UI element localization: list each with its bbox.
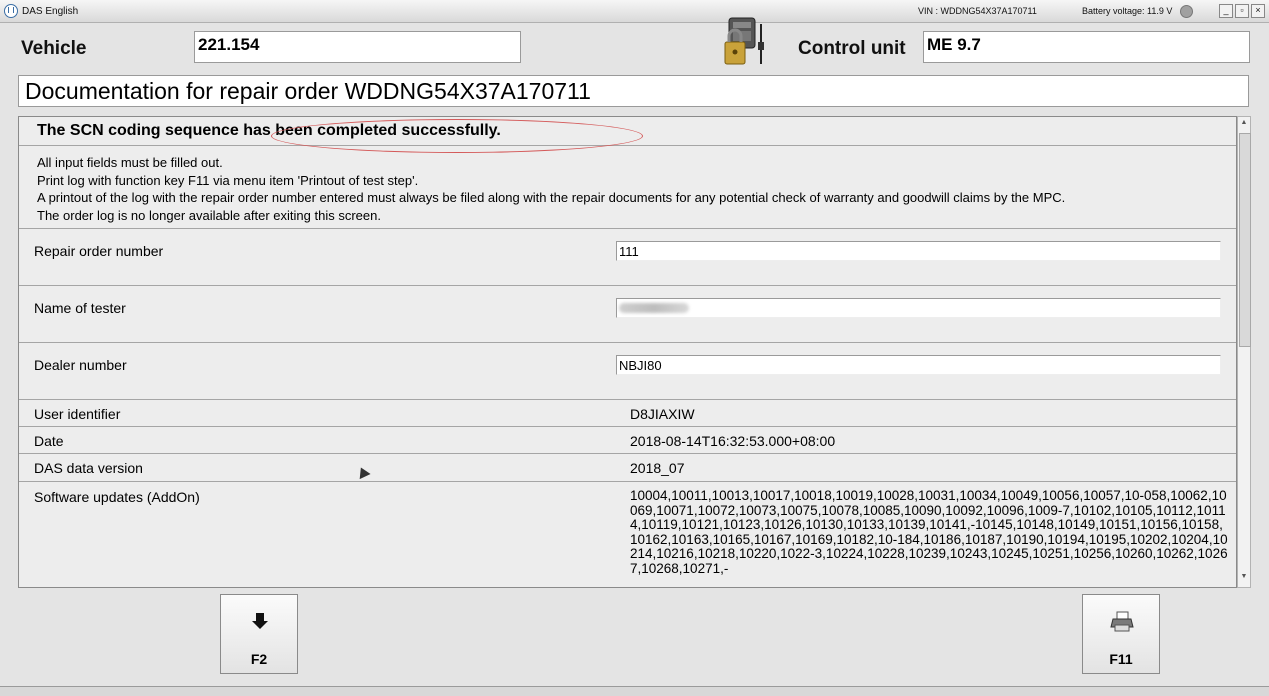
addon-label: Software updates (AddOn)	[34, 489, 200, 505]
info-line: A printout of the log with the repair or…	[37, 190, 1066, 205]
scroll-up-icon[interactable]: ▲	[1239, 119, 1249, 131]
repair-order-row: Repair order number 111	[19, 229, 1236, 286]
tester-label: Name of tester	[34, 300, 126, 316]
vin-readout: VIN : WDDNG54X37A170711	[918, 6, 1037, 16]
vertical-scrollbar[interactable]: ▲ ▼	[1237, 116, 1251, 588]
vehicle-field: 221.154	[194, 31, 521, 63]
addon-row: Software updates (AddOn) 10004,10011,100…	[19, 482, 1236, 587]
control-unit-label: Control unit	[798, 38, 906, 59]
app-title: DAS English	[4, 4, 78, 18]
tester-input[interactable]	[616, 298, 1221, 318]
das-version-row: DAS data version 2018_07	[19, 454, 1236, 482]
repair-order-label: Repair order number	[34, 243, 164, 259]
f11-label: F11	[1109, 651, 1133, 667]
date-value: 2018-08-14T16:32:53.000+08:00	[630, 433, 836, 449]
down-arrow-icon	[252, 613, 268, 629]
scrollbar-thumb[interactable]	[1239, 133, 1251, 347]
dealer-input[interactable]: NBJI80	[616, 355, 1221, 375]
scroll-down-icon[interactable]: ▼	[1239, 573, 1249, 585]
f2-button[interactable]: F2	[220, 594, 298, 674]
dealer-row: Dealer number NBJI80	[19, 343, 1236, 400]
info-line: All input fields must be filled out.	[37, 155, 223, 170]
battery-status-icon	[1180, 5, 1193, 18]
das-version-value: 2018_07	[630, 460, 685, 476]
mercedes-logo-icon	[4, 4, 18, 18]
vehicle-label: Vehicle	[21, 38, 87, 59]
info-line: The order log is no longer available aft…	[37, 207, 381, 223]
user-label: User identifier	[34, 406, 121, 422]
documentation-title: Documentation for repair order WDDNG54X3…	[18, 75, 1249, 107]
restore-icon[interactable]: ▫	[1235, 4, 1249, 18]
addon-value: 10004,10011,10013,10017,10018,10019,1002…	[630, 488, 1228, 576]
locked-ecu-icon	[724, 17, 764, 65]
control-unit-field: ME 9.7	[923, 31, 1250, 63]
das-version-label: DAS data version	[34, 460, 143, 476]
printer-icon	[1110, 611, 1134, 632]
title-bar: DAS English VIN : WDDNG54X37A170711 Batt…	[0, 0, 1269, 23]
battery-voltage-readout: Battery voltage: 11.9 V	[1082, 6, 1173, 16]
repair-order-input[interactable]: 111	[616, 241, 1221, 261]
date-label: Date	[34, 433, 64, 449]
user-row: User identifier D8JIAXIW	[19, 400, 1236, 427]
repair-order-panel: The SCN coding sequence has been complet…	[18, 116, 1237, 588]
info-line: Print log with function key F11 via menu…	[37, 172, 419, 188]
minimize-icon[interactable]: _	[1219, 4, 1233, 18]
redacted-tester-name	[619, 303, 689, 313]
tester-row: Name of tester	[19, 286, 1236, 343]
dealer-label: Dealer number	[34, 357, 127, 373]
close-icon[interactable]: ×	[1251, 4, 1265, 18]
f2-label: F2	[250, 651, 268, 667]
date-row: Date 2018-08-14T16:32:53.000+08:00	[19, 427, 1236, 454]
window-title: DAS English	[22, 5, 79, 17]
user-value: D8JIAXIW	[630, 406, 695, 422]
info-block: All input fields must be filled out. Pri…	[19, 146, 1236, 229]
f11-button[interactable]: F11	[1082, 594, 1160, 674]
